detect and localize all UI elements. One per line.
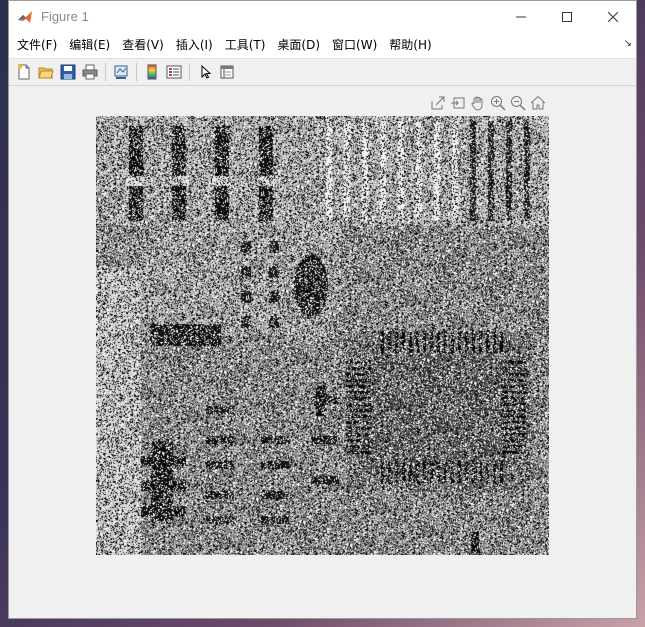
open-file-icon (38, 67, 54, 79)
home-icon (530, 95, 546, 110)
minimize-button[interactable] (498, 1, 544, 32)
menu-file[interactable]: 文件(F) (11, 35, 63, 55)
menu-help[interactable]: 帮助(H) (383, 35, 437, 55)
menu-view[interactable]: 查看(V) (116, 35, 170, 55)
export-button[interactable] (429, 94, 447, 112)
menu-insert[interactable]: 插入(I) (170, 35, 219, 55)
save-icon (60, 64, 76, 80)
export-icon (431, 96, 445, 110)
close-button[interactable] (590, 1, 636, 32)
toolbar-separator (105, 63, 106, 81)
window-title: Figure 1 (41, 9, 89, 24)
menu-desktop[interactable]: 桌面(D) (271, 35, 326, 55)
dock-arrow-icon[interactable]: ↘ (624, 38, 632, 49)
menu-edit[interactable]: 编辑(E) (63, 35, 116, 55)
menu-tools[interactable]: 工具(T) (219, 35, 272, 55)
pan-hand-icon (471, 96, 483, 111)
figure-canvas (9, 86, 636, 618)
open-file-button[interactable] (35, 61, 57, 83)
maximize-button[interactable] (544, 1, 590, 32)
menu-bar: 文件(F) 编辑(E) 查看(V) 插入(I) 工具(T) 桌面(D) 窗口(W… (9, 32, 636, 59)
axes-toolbar (429, 94, 547, 112)
legend-icon (166, 65, 182, 79)
toolbar-separator (189, 63, 190, 81)
colorbar-icon (147, 64, 157, 80)
colorbar-button[interactable] (141, 61, 163, 83)
toolbar-separator (136, 63, 137, 81)
matlab-logo-icon (17, 8, 33, 25)
home-button[interactable] (529, 94, 547, 112)
zoom-in-button[interactable] (489, 94, 507, 112)
menu-window[interactable]: 窗口(W) (326, 35, 383, 55)
print-button[interactable] (79, 61, 101, 83)
title-bar[interactable]: Figure 1 (9, 1, 636, 32)
zoom-in-icon (491, 96, 506, 111)
link-plot-button[interactable] (110, 61, 132, 83)
image-axes[interactable] (96, 116, 549, 555)
maximize-icon (562, 11, 572, 22)
minimize-icon (516, 16, 526, 17)
zoom-out-icon (511, 96, 526, 111)
noisy-circuit-image (96, 116, 549, 555)
new-figure-icon (18, 64, 30, 80)
brush-button[interactable] (449, 94, 467, 112)
figure-window: Figure 1 文件(F) 编辑(E) 查看(V) 插入(I) 工具(T) 桌… (8, 0, 637, 619)
pan-button[interactable] (469, 94, 487, 112)
brush-icon (451, 97, 465, 109)
legend-button[interactable] (163, 61, 185, 83)
property-inspector-icon (220, 65, 234, 79)
edit-plot-button[interactable] (194, 61, 216, 83)
figure-toolbar (9, 59, 636, 86)
print-icon (82, 64, 98, 80)
edit-plot-icon (201, 64, 212, 79)
window-controls (498, 1, 636, 32)
zoom-out-button[interactable] (509, 94, 527, 112)
link-plot-icon (114, 65, 128, 79)
property-inspector-button[interactable] (216, 61, 238, 83)
save-button[interactable] (57, 61, 79, 83)
new-figure-button[interactable] (13, 61, 35, 83)
close-icon (608, 11, 618, 22)
